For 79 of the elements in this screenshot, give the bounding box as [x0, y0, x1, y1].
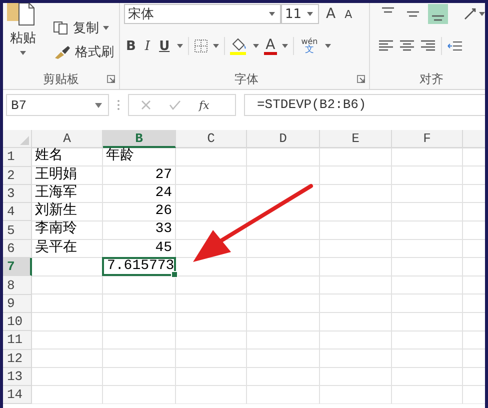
copy-icon[interactable]	[53, 21, 69, 35]
caret-icon[interactable]	[282, 44, 288, 48]
caret-icon[interactable]	[103, 26, 109, 30]
row-header[interactable]: 6	[3, 240, 32, 258]
table-cell-text: 吴平在	[34, 240, 78, 258]
insert-function-button[interactable]: fx	[199, 98, 210, 112]
table-cell-text: 李南玲	[34, 221, 78, 239]
row-header[interactable]: 4	[3, 203, 32, 222]
row-header[interactable]: 11	[3, 331, 32, 350]
row-header[interactable]: 10	[3, 312, 32, 332]
row-header[interactable]: 12	[3, 350, 32, 368]
column-header[interactable]: F	[392, 130, 463, 148]
font-size-field[interactable]: 11	[281, 4, 319, 24]
dialog-launcher-icon[interactable]	[357, 75, 365, 83]
caret-icon[interactable]	[212, 44, 219, 48]
table-cell-text: 33	[154, 221, 173, 239]
column-header[interactable]: C	[176, 130, 247, 148]
caret-icon[interactable]	[20, 51, 26, 55]
column-header[interactable]: E	[320, 130, 392, 148]
row-header[interactable]: 5	[3, 221, 32, 240]
indent-icon[interactable]	[447, 40, 463, 52]
paste-button[interactable]: 粘贴	[10, 29, 36, 47]
orientation-icon[interactable]	[463, 7, 485, 21]
table-cell-text: 26	[154, 203, 173, 220]
caret-icon[interactable]	[252, 44, 259, 48]
bold-button[interactable]: B	[124, 38, 138, 54]
borders-icon[interactable]	[194, 39, 208, 53]
table-cell-text: 27	[154, 166, 173, 184]
group-label: 剪贴板	[43, 70, 79, 88]
column-header[interactable]: B	[103, 130, 176, 148]
align-icon	[431, 15, 445, 21]
shrink-font-button[interactable]: A	[342, 8, 354, 20]
fill-handle[interactable]	[171, 271, 178, 278]
align-icon[interactable]	[378, 40, 394, 52]
table-cell-text: 王明娟	[34, 166, 78, 184]
grip-icon	[117, 99, 120, 111]
name-box[interactable]: B7	[6, 94, 109, 116]
group-label: 对齐	[420, 70, 444, 88]
table-cell: 7.615773	[102, 257, 176, 276]
row-header[interactable]: 2	[3, 166, 32, 185]
caret-icon[interactable]	[176, 44, 183, 48]
table-cell-text: 刘新生	[34, 203, 78, 220]
row-header[interactable]: 3	[3, 184, 32, 204]
row-header[interactable]: 8	[3, 276, 32, 295]
column-header[interactable]: A	[32, 130, 103, 148]
caret-icon[interactable]	[324, 44, 331, 48]
row-header[interactable]: 13	[3, 368, 32, 386]
check-icon[interactable]	[169, 100, 181, 110]
column-header[interactable]: D	[247, 130, 320, 148]
row-header[interactable]: 9	[3, 294, 32, 313]
row-header[interactable]: 1	[3, 148, 32, 167]
caret-icon[interactable]	[269, 12, 275, 16]
table-cell-text: 24	[154, 184, 173, 202]
align-icon	[381, 7, 395, 13]
brush-icon[interactable]	[53, 45, 71, 59]
vertical-align-button[interactable]	[428, 4, 448, 24]
font-color-button[interactable]: A	[264, 38, 278, 54]
fill-color-icon[interactable]	[230, 38, 248, 54]
italic-button[interactable]: I	[142, 38, 152, 54]
grow-font-button[interactable]: A	[324, 6, 338, 22]
table-cell-text: 王海军	[34, 184, 78, 202]
phonetic-button[interactable]: wén 文	[299, 37, 320, 55]
caret-icon[interactable]	[307, 12, 313, 16]
row-header[interactable]: 14	[3, 386, 32, 404]
dialog-launcher-icon[interactable]	[107, 75, 115, 83]
font-name-field[interactable]: 宋体	[124, 4, 281, 24]
table-cell-text: 姓名	[34, 148, 64, 166]
align-icon[interactable]	[420, 40, 436, 52]
group-label: 字体	[234, 70, 258, 88]
align-icon[interactable]	[399, 40, 415, 52]
row-header[interactable]: 7	[3, 258, 32, 276]
format-painter-button[interactable]: 格式刷	[75, 43, 114, 61]
table-cell-text: 年龄	[105, 148, 135, 166]
underline-button[interactable]: U	[157, 38, 172, 54]
table-cell-text: 45	[154, 240, 173, 258]
align-icon	[406, 11, 420, 17]
copy-button[interactable]: 复制	[73, 19, 99, 37]
caret-icon[interactable]	[95, 102, 102, 108]
formula-field[interactable]: =STDEVP(B2:B6)	[244, 94, 485, 116]
